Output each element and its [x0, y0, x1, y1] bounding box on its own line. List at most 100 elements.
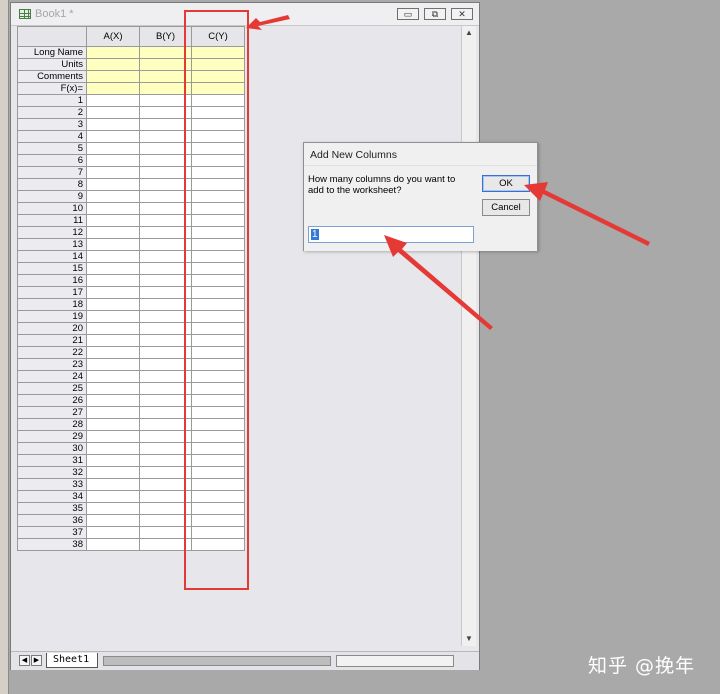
- row-header[interactable]: 28: [17, 418, 87, 431]
- data-cell[interactable]: [139, 238, 192, 251]
- row-header[interactable]: 7: [17, 166, 87, 179]
- column-count-input[interactable]: 1: [308, 226, 474, 243]
- row-header[interactable]: 14: [17, 250, 87, 263]
- meta-cell[interactable]: [86, 46, 140, 59]
- data-cell[interactable]: [139, 538, 192, 551]
- row-header[interactable]: 13: [17, 238, 87, 251]
- worksheet-window[interactable]: Book1 * ▭ ⧉ ✕ A(X) B(Y) C(Y) Long Name Un…: [10, 2, 480, 670]
- meta-cell[interactable]: [139, 70, 192, 83]
- row-header[interactable]: 25: [17, 382, 87, 395]
- meta-row-label[interactable]: Units: [17, 58, 87, 71]
- data-cell[interactable]: [191, 130, 245, 143]
- data-cell[interactable]: [86, 214, 140, 227]
- data-cell[interactable]: [139, 286, 192, 299]
- row-header[interactable]: 9: [17, 190, 87, 203]
- data-cell[interactable]: [191, 322, 245, 335]
- data-cell[interactable]: [139, 478, 192, 491]
- data-cell[interactable]: [139, 154, 192, 167]
- data-cell[interactable]: [139, 442, 192, 455]
- data-cell[interactable]: [191, 466, 245, 479]
- data-cell[interactable]: [139, 214, 192, 227]
- data-cell[interactable]: [86, 286, 140, 299]
- data-cell[interactable]: [139, 418, 192, 431]
- data-cell[interactable]: [86, 394, 140, 407]
- data-cell[interactable]: [191, 250, 245, 263]
- data-cell[interactable]: [86, 538, 140, 551]
- data-cell[interactable]: [139, 166, 192, 179]
- row-header[interactable]: 2: [17, 106, 87, 119]
- row-header[interactable]: 15: [17, 262, 87, 275]
- row-header[interactable]: 10: [17, 202, 87, 215]
- data-cell[interactable]: [139, 298, 192, 311]
- meta-cell[interactable]: [191, 46, 245, 59]
- row-header[interactable]: 6: [17, 154, 87, 167]
- data-cell[interactable]: [139, 190, 192, 203]
- data-cell[interactable]: [191, 346, 245, 359]
- data-cell[interactable]: [191, 190, 245, 203]
- data-cell[interactable]: [191, 142, 245, 155]
- row-header[interactable]: 11: [17, 214, 87, 227]
- data-cell[interactable]: [139, 322, 192, 335]
- data-cell[interactable]: [86, 346, 140, 359]
- row-header[interactable]: 8: [17, 178, 87, 191]
- data-cell[interactable]: [139, 346, 192, 359]
- data-cell[interactable]: [86, 514, 140, 527]
- data-cell[interactable]: [191, 310, 245, 323]
- data-cell[interactable]: [191, 406, 245, 419]
- data-cell[interactable]: [86, 226, 140, 239]
- row-header[interactable]: 18: [17, 298, 87, 311]
- data-cell[interactable]: [191, 358, 245, 371]
- data-cell[interactable]: [191, 526, 245, 539]
- data-cell[interactable]: [86, 490, 140, 503]
- data-cell[interactable]: [86, 298, 140, 311]
- data-cell[interactable]: [86, 502, 140, 515]
- data-cell[interactable]: [86, 370, 140, 383]
- meta-cell[interactable]: [86, 82, 140, 95]
- data-cell[interactable]: [139, 406, 192, 419]
- data-cell[interactable]: [86, 454, 140, 467]
- row-header[interactable]: 4: [17, 130, 87, 143]
- data-cell[interactable]: [191, 166, 245, 179]
- data-cell[interactable]: [191, 178, 245, 191]
- data-cell[interactable]: [139, 502, 192, 515]
- data-cell[interactable]: [139, 130, 192, 143]
- data-cell[interactable]: [191, 382, 245, 395]
- data-cell[interactable]: [191, 454, 245, 467]
- data-cell[interactable]: [139, 142, 192, 155]
- data-cell[interactable]: [191, 154, 245, 167]
- row-header[interactable]: 21: [17, 334, 87, 347]
- data-cell[interactable]: [191, 286, 245, 299]
- column-header-c[interactable]: C(Y): [191, 26, 245, 47]
- sheet-next-icon[interactable]: ▶: [31, 655, 42, 666]
- data-cell[interactable]: [139, 202, 192, 215]
- restore-button[interactable]: ⧉: [424, 8, 446, 20]
- row-header[interactable]: 31: [17, 454, 87, 467]
- meta-row-label[interactable]: Comments: [17, 70, 87, 83]
- data-cell[interactable]: [191, 370, 245, 383]
- data-cell[interactable]: [86, 310, 140, 323]
- data-cell[interactable]: [139, 118, 192, 131]
- data-cell[interactable]: [139, 394, 192, 407]
- meta-cell[interactable]: [191, 82, 245, 95]
- row-header[interactable]: 19: [17, 310, 87, 323]
- row-header[interactable]: 36: [17, 514, 87, 527]
- title-bar[interactable]: Book1 * ▭ ⧉ ✕: [11, 3, 479, 26]
- data-cell[interactable]: [86, 418, 140, 431]
- meta-cell[interactable]: [191, 58, 245, 71]
- data-cell[interactable]: [139, 274, 192, 287]
- sheet-tab[interactable]: Sheet1: [46, 653, 98, 668]
- data-cell[interactable]: [191, 214, 245, 227]
- data-cell[interactable]: [86, 250, 140, 263]
- meta-cell[interactable]: [139, 82, 192, 95]
- meta-row-label[interactable]: Long Name: [17, 46, 87, 59]
- data-cell[interactable]: [191, 262, 245, 275]
- data-cell[interactable]: [86, 238, 140, 251]
- row-header[interactable]: 38: [17, 538, 87, 551]
- data-cell[interactable]: [191, 202, 245, 215]
- data-cell[interactable]: [86, 262, 140, 275]
- row-header[interactable]: 20: [17, 322, 87, 335]
- row-header[interactable]: 22: [17, 346, 87, 359]
- data-cell[interactable]: [86, 430, 140, 443]
- data-cell[interactable]: [86, 166, 140, 179]
- data-cell[interactable]: [191, 502, 245, 515]
